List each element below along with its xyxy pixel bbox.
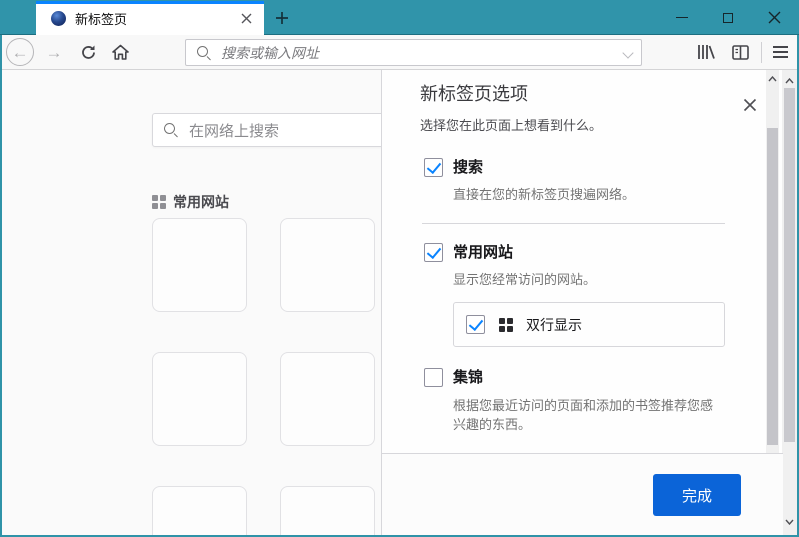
highlights-option-checkbox[interactable] bbox=[424, 368, 443, 387]
panel-title: 新标签页选项 bbox=[420, 80, 528, 106]
panel-scrollbar[interactable] bbox=[766, 70, 779, 453]
scrollbar-thumb[interactable] bbox=[784, 88, 795, 442]
new-tab-button[interactable] bbox=[268, 4, 296, 32]
search-option-checkbox[interactable] bbox=[424, 158, 443, 177]
top-sites-option-checkbox[interactable] bbox=[424, 243, 443, 262]
back-button[interactable]: ← bbox=[6, 38, 34, 66]
page-content: 在网络上搜索 常用网站 新标签页选项 选择您在此页面上想看到什么。 搜索 直接在… bbox=[0, 70, 799, 535]
toolbar-separator bbox=[761, 42, 762, 63]
window-border bbox=[0, 35, 2, 537]
tab-title: 新标签页 bbox=[75, 9, 234, 28]
top-sites-heading: 常用网站 bbox=[173, 192, 229, 212]
highlights-option-label: 集锦 bbox=[453, 368, 483, 388]
tab-active-accent bbox=[36, 1, 264, 4]
grid-icon bbox=[152, 195, 166, 209]
scrollbar-thumb[interactable] bbox=[767, 128, 778, 445]
minimize-icon bbox=[676, 17, 688, 18]
two-rows-option-box: 双行显示 bbox=[453, 302, 725, 347]
browser-window: 新标签页 ← → 搜索或输入网址 bbox=[0, 0, 799, 537]
maximize-button[interactable] bbox=[705, 0, 751, 35]
two-rows-checkbox[interactable] bbox=[466, 315, 485, 334]
panel-subtitle: 选择您在此页面上想看到什么。 bbox=[420, 115, 602, 134]
back-arrow-icon: ← bbox=[12, 44, 29, 61]
navigation-toolbar: ← → 搜索或输入网址 bbox=[0, 35, 799, 70]
menu-button[interactable] bbox=[766, 38, 794, 66]
window-scrollbar[interactable] bbox=[782, 70, 797, 535]
close-icon bbox=[768, 11, 781, 24]
top-site-tile[interactable] bbox=[152, 486, 247, 535]
new-tab-options-panel: 新标签页选项 选择您在此页面上想看到什么。 搜索 直接在您的新标签页搜遍网络。 … bbox=[381, 70, 782, 535]
close-icon bbox=[743, 98, 757, 112]
page-search-placeholder: 在网络上搜索 bbox=[189, 120, 279, 141]
top-site-tile[interactable] bbox=[152, 218, 247, 312]
home-icon bbox=[112, 44, 129, 61]
sidebar-icon bbox=[732, 45, 749, 60]
tab-close-icon[interactable] bbox=[234, 6, 258, 30]
address-bar[interactable]: 搜索或输入网址 bbox=[185, 39, 642, 66]
panel-footer: 完成 bbox=[382, 453, 783, 535]
chevron-down-icon[interactable] bbox=[624, 51, 632, 59]
top-site-tile[interactable] bbox=[280, 486, 375, 535]
address-bar-placeholder: 搜索或输入网址 bbox=[221, 43, 319, 63]
library-button[interactable] bbox=[692, 38, 720, 66]
top-site-tile[interactable] bbox=[280, 352, 375, 446]
top-sites-option-description: 显示您经常访问的网站。 bbox=[453, 270, 596, 289]
hamburger-icon bbox=[773, 46, 788, 58]
grid-icon bbox=[499, 318, 513, 332]
tab-new-tab[interactable]: 新标签页 bbox=[36, 1, 264, 35]
top-site-tile[interactable] bbox=[280, 218, 375, 312]
reload-button[interactable] bbox=[74, 38, 102, 66]
minimize-button[interactable] bbox=[659, 0, 705, 35]
titlebar: 新标签页 bbox=[0, 0, 799, 35]
panel-close-button[interactable] bbox=[740, 95, 760, 115]
search-option-label: 搜索 bbox=[453, 158, 483, 178]
library-icon bbox=[697, 44, 715, 60]
scroll-up-icon[interactable] bbox=[766, 72, 779, 86]
search-icon bbox=[163, 122, 179, 138]
search-icon bbox=[196, 45, 212, 61]
scroll-up-icon[interactable] bbox=[782, 74, 797, 88]
globe-favicon-icon bbox=[51, 11, 66, 26]
highlights-option-description: 根据您最近访问的页面和添加的书签推荐您感兴趣的东西。 bbox=[453, 396, 719, 434]
window-controls bbox=[659, 0, 797, 35]
two-rows-label: 双行显示 bbox=[526, 315, 582, 335]
top-sites-grid bbox=[152, 218, 375, 535]
top-site-tile[interactable] bbox=[152, 352, 247, 446]
close-window-button[interactable] bbox=[751, 0, 797, 35]
top-sites-header: 常用网站 bbox=[152, 192, 229, 212]
top-sites-option-label: 常用网站 bbox=[453, 243, 513, 263]
done-button[interactable]: 完成 bbox=[653, 474, 741, 516]
maximize-icon bbox=[723, 13, 733, 23]
search-option-description: 直接在您的新标签页搜遍网络。 bbox=[453, 185, 635, 204]
home-button[interactable] bbox=[106, 38, 134, 66]
forward-button[interactable]: → bbox=[40, 38, 68, 66]
sidebar-button[interactable] bbox=[726, 38, 754, 66]
reload-icon bbox=[80, 44, 97, 61]
forward-arrow-icon: → bbox=[46, 44, 63, 61]
scroll-down-icon[interactable] bbox=[782, 515, 797, 529]
section-divider bbox=[422, 223, 725, 224]
